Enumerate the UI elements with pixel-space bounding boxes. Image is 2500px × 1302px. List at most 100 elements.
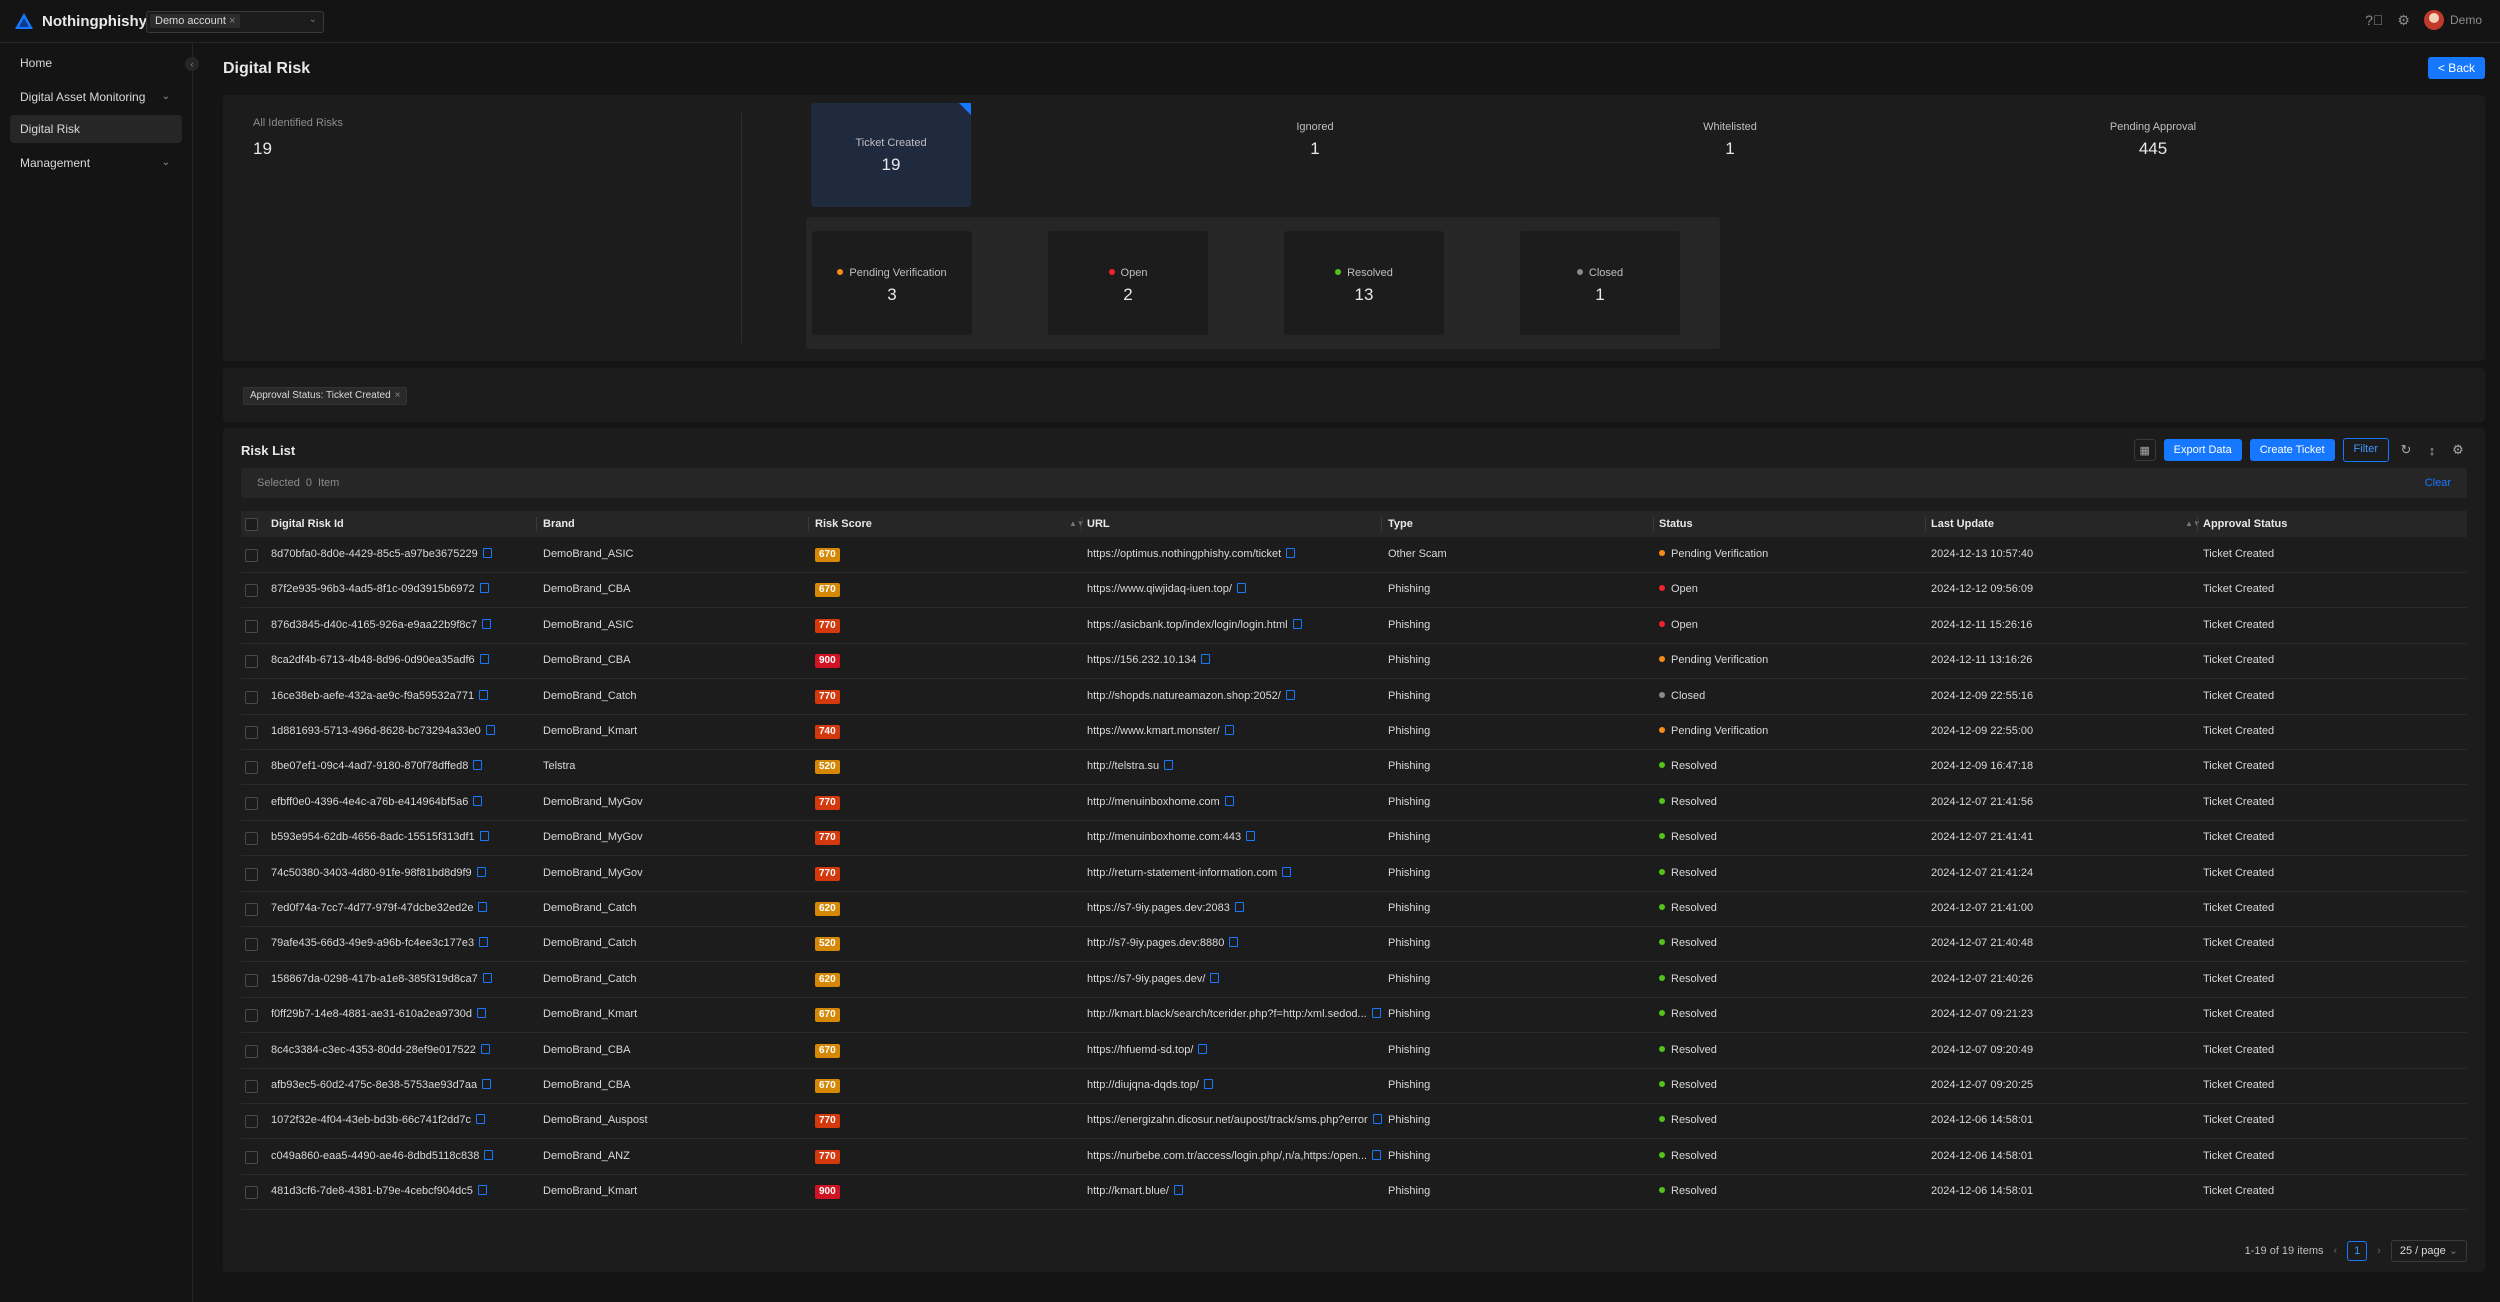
url-text[interactable]: http://kmart.black/search/tcerider.php?f… xyxy=(1087,1008,1367,1020)
copy-icon[interactable] xyxy=(479,831,489,842)
col-digital-risk-id[interactable]: Digital Risk Id xyxy=(271,511,344,537)
table-row[interactable]: 7ed0f74a-7cc7-4d77-979f-47dcbe32ed2e Demo… xyxy=(241,891,2467,927)
substat-closed[interactable]: Closed 1 xyxy=(1520,231,1680,335)
substat-pending-verification[interactable]: Pending Verification 3 xyxy=(812,231,972,335)
table-row[interactable]: efbff0e0-4396-4e4c-a76b-e414964bf5a6 Demo… xyxy=(241,785,2467,821)
url-text[interactable]: https://hfuemd-sd.top/ xyxy=(1087,1044,1193,1056)
table-row[interactable]: 74c50380-3403-4d80-91fe-98f81bd8d9f9 Demo… xyxy=(241,856,2467,892)
copy-icon[interactable] xyxy=(476,1114,485,1125)
copy-icon[interactable] xyxy=(482,618,492,629)
row-checkbox[interactable] xyxy=(245,619,258,633)
account-select[interactable]: Demo account × ⌄ xyxy=(146,11,324,33)
sidebar-item-management[interactable]: Management ⌄ xyxy=(10,149,182,177)
table-row[interactable]: 16ce38eb-aefe-432a-ae9c-f9a59532a771 Demo… xyxy=(241,679,2467,715)
copy-icon[interactable] xyxy=(1371,1008,1381,1019)
row-checkbox[interactable] xyxy=(245,867,258,881)
clear-selection-link[interactable]: Clear xyxy=(2425,477,2451,489)
copy-icon[interactable] xyxy=(1372,1149,1382,1160)
gear-icon[interactable]: ⚙ xyxy=(2397,12,2410,29)
table-row[interactable]: 79afe435-66d3-49e9-a96b-fc4ee3c177e3 Demo… xyxy=(241,926,2467,963)
collapse-sidebar-button[interactable]: ‹ xyxy=(185,57,199,71)
table-row[interactable]: 8c4c3384-c3ec-4353-80dd-28ef9e017522 Demo… xyxy=(241,1033,2467,1069)
copy-icon[interactable] xyxy=(476,866,486,877)
row-checkbox[interactable] xyxy=(245,973,258,987)
row-checkbox[interactable] xyxy=(245,796,258,810)
page-current[interactable]: 1 xyxy=(2347,1241,2368,1261)
url-text[interactable]: http://kmart.blue/ xyxy=(1087,1185,1169,1197)
table-row[interactable]: b593e954-62db-4656-8adc-15515f313df1 Demo… xyxy=(241,820,2467,857)
url-text[interactable]: http://menuinboxhome.com xyxy=(1087,796,1220,808)
copy-icon[interactable] xyxy=(479,583,489,594)
table-row[interactable]: 1072f32e-4f04-43eb-bd3b-66c741f2dd7c Demo… xyxy=(241,1103,2467,1140)
url-text[interactable]: http://shopds.natureamazon.shop:2052/ xyxy=(1087,690,1281,702)
copy-icon[interactable] xyxy=(1201,654,1211,665)
row-checkbox[interactable] xyxy=(245,903,258,916)
col-last-update[interactable]: Last Update xyxy=(1931,511,1994,537)
table-row[interactable]: 1d881693-5713-496d-8628-bc73294a33e0 Demo… xyxy=(241,714,2467,750)
copy-icon[interactable] xyxy=(1224,725,1234,735)
copy-icon[interactable] xyxy=(1234,902,1244,912)
col-status[interactable]: Status xyxy=(1659,511,1693,537)
table-row[interactable]: 158867da-0298-417b-a1e8-385f319d8ca7 Demo… xyxy=(241,962,2467,998)
copy-icon[interactable] xyxy=(478,902,488,912)
row-checkbox[interactable] xyxy=(245,655,258,669)
url-text[interactable]: https://s7-9iy.pages.dev:2083 xyxy=(1087,902,1230,914)
copy-icon[interactable] xyxy=(480,1043,490,1054)
copy-icon[interactable] xyxy=(1210,972,1220,983)
select-all-checkbox[interactable] xyxy=(245,518,258,531)
copy-icon[interactable] xyxy=(1198,1043,1208,1054)
row-checkbox[interactable] xyxy=(245,690,258,704)
row-checkbox[interactable] xyxy=(245,549,258,562)
url-text[interactable]: https://www.kmart.monster/ xyxy=(1087,725,1220,737)
stat-ignored[interactable]: Ignored 1 xyxy=(1235,121,1395,159)
filter-button[interactable]: Filter xyxy=(2342,438,2389,462)
copy-icon[interactable] xyxy=(482,1079,492,1089)
page-size-select[interactable]: 25 / page ⌄ xyxy=(2390,1240,2467,1262)
help-icon[interactable]: ?⃝ xyxy=(2365,12,2383,28)
table-row[interactable]: 8ca2df4b-6713-4b48-8d96-0d90ea35adf6 Demo… xyxy=(241,643,2467,680)
sort-icon[interactable]: ▲▼ xyxy=(2185,511,2201,537)
row-checkbox[interactable] xyxy=(245,1044,258,1058)
copy-icon[interactable] xyxy=(1292,618,1302,629)
col-brand[interactable]: Brand xyxy=(543,511,575,537)
copy-icon[interactable] xyxy=(1224,795,1234,806)
copy-icon[interactable] xyxy=(484,1149,494,1160)
copy-icon[interactable] xyxy=(1173,1185,1183,1196)
copy-icon[interactable] xyxy=(1229,937,1239,948)
col-risk-score[interactable]: Risk Score xyxy=(815,511,872,537)
row-checkbox[interactable] xyxy=(245,1080,258,1093)
grid-view-icon[interactable]: ▦ xyxy=(2133,439,2156,461)
create-ticket-button[interactable]: Create Ticket xyxy=(2249,439,2335,461)
copy-icon[interactable] xyxy=(482,548,492,558)
url-text[interactable]: http://telstra.su xyxy=(1087,760,1159,772)
sidebar-item-digital-asset-monitoring[interactable]: Digital Asset Monitoring ⌄ xyxy=(10,83,182,111)
substat-open[interactable]: Open 2 xyxy=(1048,231,1208,335)
copy-icon[interactable] xyxy=(1246,831,1256,842)
copy-icon[interactable] xyxy=(473,795,483,806)
url-text[interactable]: https://156.232.10.134 xyxy=(1087,654,1196,666)
remove-tag-icon[interactable]: × xyxy=(229,15,235,27)
export-data-button[interactable]: Export Data xyxy=(2163,439,2242,461)
copy-icon[interactable] xyxy=(1282,866,1292,877)
copy-icon[interactable] xyxy=(482,972,492,983)
table-row[interactable]: f0ff29b7-14e8-4881-ae31-610a2ea9730d Demo… xyxy=(241,997,2467,1034)
row-checkbox[interactable] xyxy=(245,832,258,846)
sidebar-item-home[interactable]: Home xyxy=(10,49,182,77)
copy-icon[interactable] xyxy=(485,725,495,735)
table-row[interactable]: 876d3845-d40c-4165-926a-e9aa22b9f8c7 Demo… xyxy=(241,608,2467,644)
row-checkbox[interactable] xyxy=(245,938,258,952)
gear-icon[interactable]: ⚙ xyxy=(2449,442,2467,458)
copy-icon[interactable] xyxy=(1286,548,1296,558)
copy-icon[interactable] xyxy=(479,654,489,665)
chevron-right-icon[interactable]: › xyxy=(2377,1245,2381,1257)
app-logo[interactable]: Nothingphishy xyxy=(14,12,147,30)
col-url[interactable]: URL xyxy=(1087,511,1110,537)
url-text[interactable]: https://energizahn.dicosur.net/aupost/tr… xyxy=(1087,1114,1368,1126)
url-text[interactable]: https://www.qiwjidaq-iuen.top/ xyxy=(1087,583,1232,595)
url-text[interactable]: https://asicbank.top/index/login/login.h… xyxy=(1087,619,1288,631)
table-row[interactable]: afb93ec5-60d2-475c-8e38-5753ae93d7aa Demo… xyxy=(241,1068,2467,1104)
chevron-left-icon[interactable]: ‹ xyxy=(2334,1245,2338,1257)
row-checkbox[interactable] xyxy=(245,761,258,775)
row-checkbox[interactable] xyxy=(245,1115,258,1129)
table-row[interactable]: 481d3cf6-7de8-4381-b79e-4cebcf904dc5 Demo… xyxy=(241,1174,2467,1211)
